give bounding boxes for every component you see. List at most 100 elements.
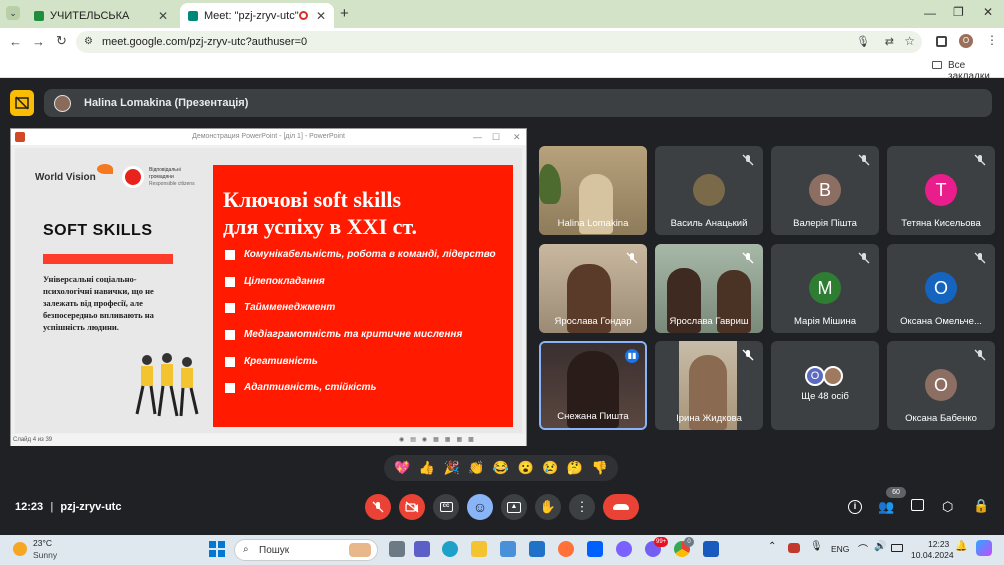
- close-icon[interactable]: ✕: [316, 9, 326, 23]
- tray-chevron-icon[interactable]: ⌃: [768, 541, 776, 552]
- weather-sun-icon: [13, 542, 27, 556]
- host-controls-icon[interactable]: 🔒: [973, 498, 989, 514]
- teams-icon[interactable]: [414, 541, 430, 557]
- weather-temp[interactable]: 23°C: [33, 538, 52, 548]
- more-participants-tile[interactable]: O Ще 48 осіб: [771, 341, 879, 430]
- profile-avatar[interactable]: O: [959, 34, 973, 48]
- captions-button[interactable]: cc: [433, 494, 459, 520]
- participant-tile-vasyl[interactable]: Василь Анацький: [655, 146, 763, 235]
- view-icons[interactable]: ◉▤◉▦▦▦▩: [399, 434, 480, 446]
- participant-tile-yaroslava-g[interactable]: Ярослава Гондар: [539, 244, 647, 333]
- ppt-minimize-icon[interactable]: —: [473, 129, 482, 145]
- microphone-icon[interactable]: 🎙: [856, 35, 870, 48]
- media-player-icon[interactable]: [616, 541, 632, 557]
- reaction-thinking[interactable]: 🤔: [567, 460, 583, 476]
- reaction-laugh[interactable]: 😂: [493, 460, 509, 476]
- dropbox-icon[interactable]: [587, 541, 603, 557]
- clock-date[interactable]: 10.04.2024: [911, 550, 954, 560]
- chat-icon[interactable]: [911, 499, 924, 511]
- present-button[interactable]: ▲: [501, 494, 527, 520]
- mic-toggle-button[interactable]: [365, 494, 391, 520]
- task-view-icon[interactable]: [389, 541, 405, 557]
- sidepanel-icon[interactable]: [936, 36, 947, 47]
- weather-text[interactable]: Sunny: [33, 550, 57, 560]
- meeting-details-icon[interactable]: i: [848, 500, 862, 514]
- tab-meet[interactable]: Meet: "pzj-zryv-utc" ✕: [180, 3, 334, 28]
- reaction-sad[interactable]: 😢: [542, 460, 558, 476]
- edge-icon[interactable]: [442, 541, 458, 557]
- reaction-heart[interactable]: 💖: [394, 460, 410, 476]
- minimize-button[interactable]: —: [924, 6, 936, 20]
- new-tab-button[interactable]: +: [340, 5, 349, 22]
- restore-button[interactable]: ❐: [953, 5, 964, 19]
- volume-icon[interactable]: 🔊: [874, 541, 886, 552]
- copilot-icon[interactable]: [976, 540, 992, 556]
- word-icon[interactable]: [703, 541, 719, 557]
- reaction-thumbs-down[interactable]: 👎: [591, 460, 607, 476]
- participant-tile-tetiana[interactable]: T Тетяна Кисельова: [887, 146, 995, 235]
- reaction-clap[interactable]: 👏: [468, 460, 484, 476]
- more-options-button[interactable]: ⋮: [569, 494, 595, 520]
- participant-name: Ярослава Гавриш: [669, 316, 749, 327]
- checkbox-icon: [225, 302, 235, 313]
- tab-search-button[interactable]: ⌄: [6, 6, 20, 20]
- ppt-status-bar: Слайд 4 из 39 ◉▤◉▦▦▦▩: [11, 434, 526, 446]
- orange-swoosh-icon: [97, 164, 113, 174]
- taskbar-search[interactable]: ⌕ Пошук: [234, 539, 378, 561]
- back-icon[interactable]: ←: [9, 34, 22, 49]
- participant-tile-iryna[interactable]: Ірина Жидкова: [655, 341, 763, 430]
- battery-icon[interactable]: [891, 544, 903, 552]
- participant-tile-halina[interactable]: Halina Lomakina: [539, 146, 647, 235]
- tray-app-icon[interactable]: [788, 543, 800, 553]
- ppt-title-bar: Демонстрация PowerPoint - [діл 1] - Powe…: [11, 129, 526, 145]
- start-button[interactable]: [209, 541, 225, 557]
- camera-toggle-button[interactable]: [399, 494, 425, 520]
- site-info-icon[interactable]: ⚙: [84, 36, 93, 47]
- clock-time[interactable]: 12:23: [928, 539, 949, 549]
- mic-off-icon: [626, 252, 638, 264]
- skill-label: Таймменеджмент: [244, 302, 336, 313]
- viber-badge: 99+: [654, 537, 669, 547]
- hand-icon: ✋: [539, 499, 557, 514]
- wifi-icon[interactable]: ⌒: [858, 541, 868, 556]
- close-icon[interactable]: ✕: [158, 9, 168, 23]
- participant-tile-yaroslava-h[interactable]: Ярослава Гавриш: [655, 244, 763, 333]
- firefox-icon[interactable]: [558, 541, 574, 557]
- translate-icon[interactable]: ⇄: [885, 35, 894, 48]
- reload-icon[interactable]: ↻: [56, 33, 67, 49]
- participant-tile-oksana-b[interactable]: O Оксана Бабенко: [887, 341, 995, 430]
- participants-icon[interactable]: 👥: [878, 499, 894, 515]
- participant-tile-valeria[interactable]: B Валерія Пішта: [771, 146, 879, 235]
- reactions-button[interactable]: ☺: [467, 494, 493, 520]
- leave-call-button[interactable]: [603, 494, 639, 520]
- reaction-party[interactable]: 🎉: [444, 460, 460, 476]
- activities-icon[interactable]: ⬡: [942, 499, 953, 515]
- tab-uchytelska[interactable]: УЧИТЕЛЬСЬКА ✕: [26, 3, 176, 28]
- mic-off-icon: [742, 349, 754, 361]
- meeting-info: 12:23 | pzj-zryv-utc: [15, 501, 121, 513]
- address-bar[interactable]: ⚙ meet.google.com/pzj-zryv-utc?authuser=…: [76, 31, 922, 53]
- file-explorer-icon[interactable]: [471, 541, 487, 557]
- reaction-surprised[interactable]: 😮: [518, 460, 534, 476]
- participant-name: Валерія Пішта: [793, 218, 857, 229]
- close-window-button[interactable]: ✕: [983, 5, 993, 19]
- tray-mic-icon[interactable]: 🎙: [810, 541, 823, 552]
- stop-presenting-icon[interactable]: [10, 90, 34, 116]
- bookmark-star-icon[interactable]: ☆: [904, 34, 915, 48]
- store-icon[interactable]: [500, 541, 516, 557]
- mail-icon[interactable]: [529, 541, 545, 557]
- participant-tile-maria[interactable]: M Марія Мішина: [771, 244, 879, 333]
- world-vision-logo: World Vision: [35, 172, 96, 183]
- red-underline: [43, 254, 173, 264]
- participant-tile-snezhana[interactable]: ▮▮ Снежана Пишта: [539, 341, 647, 430]
- participant-tile-oksana-o[interactable]: O Оксана Омельче...: [887, 244, 995, 333]
- language-indicator[interactable]: ENG: [831, 544, 849, 554]
- ppt-maximize-icon[interactable]: ☐: [492, 129, 500, 145]
- mic-off-icon: [974, 349, 986, 361]
- raise-hand-button[interactable]: ✋: [535, 494, 561, 520]
- forward-icon[interactable]: →: [32, 34, 45, 49]
- reaction-thumbs-up[interactable]: 👍: [419, 460, 435, 476]
- notification-bell-icon[interactable]: 🔔: [955, 541, 967, 552]
- ppt-close-icon[interactable]: ✕: [513, 129, 521, 145]
- menu-icon[interactable]: ⋮: [986, 33, 998, 47]
